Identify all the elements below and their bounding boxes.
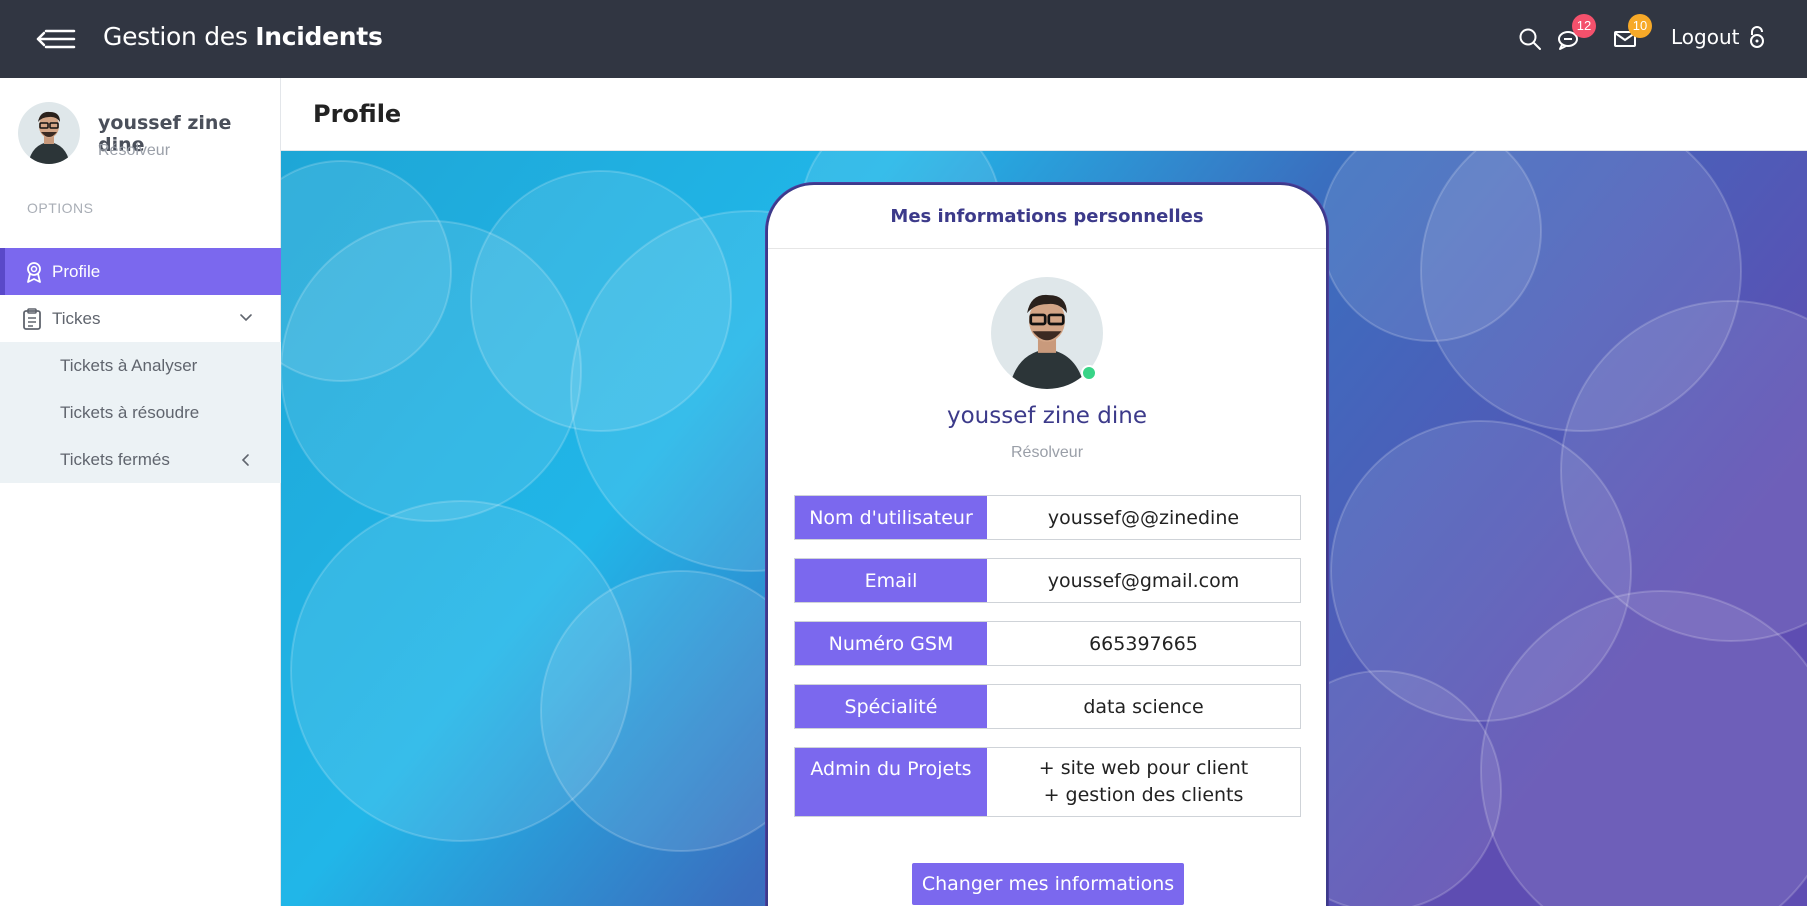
field-label: Numéro GSM — [795, 622, 987, 665]
menu-toggle-icon[interactable] — [34, 25, 78, 53]
profile-avatar — [991, 277, 1103, 389]
tickets-submenu: Tickets à Analyser Tickets à résoudre Ti… — [0, 342, 281, 483]
profile-role: Résolveur — [1010, 444, 1084, 461]
sidebar-item-label: Profile — [52, 261, 101, 281]
project-item: + site web pour client — [1038, 757, 1249, 779]
projects-field-row: Admin du Projets + site web pour client … — [794, 747, 1301, 817]
top-navbar: Gestion des Incidents 12 10 Logout — [0, 0, 1807, 78]
sidebar: youssef zine dine Résolveur OPTIONS Prof… — [0, 78, 281, 906]
project-item: + gestion des clients — [1043, 784, 1244, 806]
brand-strong: Incidents — [255, 22, 383, 51]
card-title: Mes informations personnelles — [768, 185, 1326, 249]
sidebar-item-label: Tickes — [52, 308, 101, 328]
messages-badge: 10 — [1628, 14, 1652, 38]
logout-label: Logout — [1671, 25, 1740, 49]
sidebar-subitem-resoudre[interactable]: Tickets à résoudre — [0, 389, 281, 436]
field-label: Nom d'utilisateur — [795, 496, 987, 539]
notifications-badge: 12 — [1572, 14, 1596, 38]
avatar — [18, 102, 80, 164]
chevron-down-icon — [240, 314, 252, 322]
brand-prefix: Gestion des — [103, 22, 256, 51]
profile-name: youssef zine dine — [946, 403, 1147, 429]
sidebar-subitem-analyser[interactable]: Tickets à Analyser — [0, 342, 281, 389]
email-value: youssef@gmail.com — [987, 559, 1300, 602]
sidebar-subitem-label: Tickets à résoudre — [60, 402, 200, 422]
logout-button[interactable]: Logout — [1671, 25, 1767, 49]
app-brand[interactable]: Gestion des Incidents — [103, 22, 383, 51]
sidebar-subitem-label: Tickets à Analyser — [60, 355, 198, 375]
phone-field-row: Numéro GSM 665397665 — [794, 621, 1301, 666]
chevron-left-icon — [241, 454, 249, 466]
page-title: Profile — [313, 100, 402, 128]
sidebar-item-tickes[interactable]: Tickes — [0, 295, 281, 342]
sidebar-nav: Profile Tickes Tickets à Analyser Ticket… — [0, 248, 281, 483]
sidebar-subitem-label: Tickets fermés — [60, 449, 170, 469]
options-heading: OPTIONS — [27, 200, 94, 216]
specialty-field-row: Spécialité data science — [794, 684, 1301, 729]
username-input[interactable] — [987, 496, 1300, 539]
online-status-dot — [1081, 365, 1097, 381]
page-header: Profile — [281, 78, 1807, 151]
clipboard-icon — [23, 308, 41, 330]
field-label: Admin du Projets — [795, 748, 987, 816]
profile-card: Mes informations personnelles youssef zi… — [766, 183, 1328, 906]
messages-button[interactable]: 10 — [1612, 14, 1652, 52]
sidebar-user-role: Résolveur — [98, 142, 171, 159]
award-icon — [27, 262, 41, 283]
specialty-value: data science — [987, 685, 1300, 728]
projects-value: + site web pour client + gestion des cli… — [987, 748, 1300, 816]
username-field-row: Nom d'utilisateur — [794, 495, 1301, 540]
notifications-button[interactable]: 12 — [1556, 14, 1596, 52]
email-field-row: Email youssef@gmail.com — [794, 558, 1301, 603]
sidebar-user: youssef zine dine Résolveur — [18, 102, 268, 166]
field-label: Email — [795, 559, 987, 602]
sidebar-item-profile[interactable]: Profile — [0, 248, 281, 295]
search-icon[interactable] — [1517, 26, 1543, 52]
change-info-button[interactable]: Changer mes informations — [912, 863, 1184, 905]
field-label: Spécialité — [795, 685, 987, 728]
lock-icon — [1750, 26, 1765, 48]
phone-value: 665397665 — [987, 622, 1300, 665]
sidebar-subitem-fermes[interactable]: Tickets fermés — [0, 436, 281, 483]
